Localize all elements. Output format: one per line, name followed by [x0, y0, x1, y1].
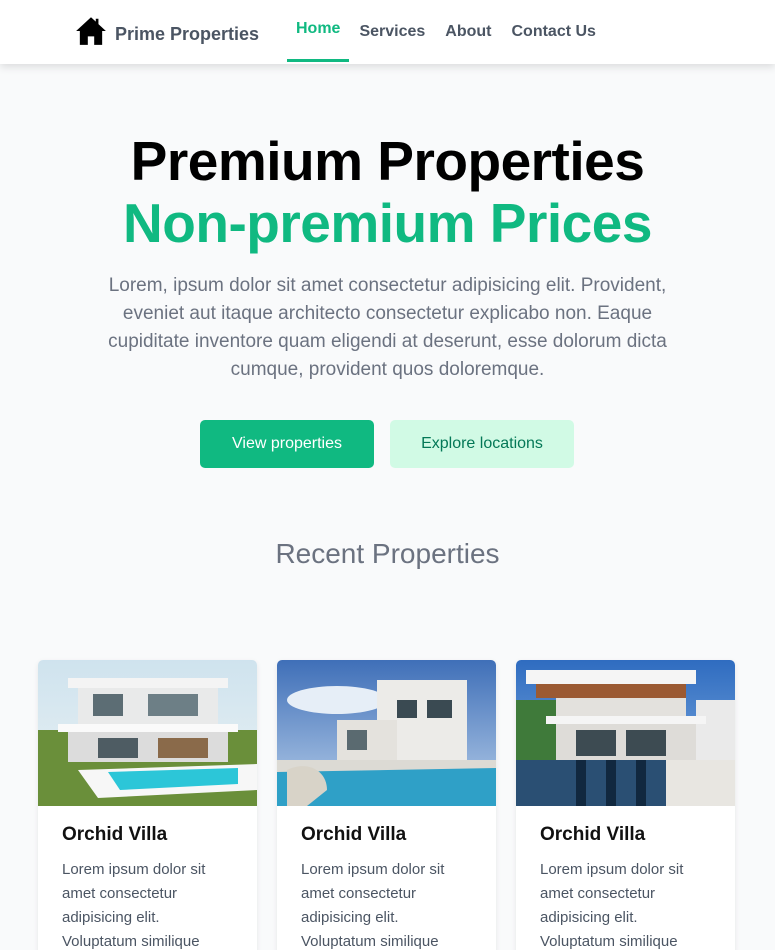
- property-image: [277, 660, 496, 806]
- property-title: Orchid Villa: [62, 824, 168, 845]
- property-title: Orchid Villa: [301, 824, 407, 845]
- brand-logo[interactable]: Prime Properties: [74, 14, 259, 53]
- nav-link-contact[interactable]: Contact Us: [502, 0, 606, 64]
- property-description: Lorem ipsum dolor sit amet consectetur a…: [540, 861, 684, 950]
- hero-description: Lorem, ipsum dolor sit amet consectetur …: [108, 275, 667, 380]
- house-icon: [74, 14, 108, 53]
- property-cards: Orchid Villa Lorem ipsum dolor sit amet …: [38, 660, 735, 950]
- property-card[interactable]: Orchid Villa Lorem ipsum dolor sit amet …: [38, 660, 257, 950]
- property-card[interactable]: Orchid Villa Lorem ipsum dolor sit amet …: [516, 660, 735, 950]
- nav-link-services[interactable]: Services: [349, 0, 435, 64]
- hero-subtitle: Non-premium Prices: [123, 192, 652, 254]
- hero-buttons: View properties Explore locations: [200, 420, 574, 468]
- navbar: Prime Properties Home Services About Con…: [0, 0, 775, 64]
- brand-name: Prime Properties: [115, 24, 260, 44]
- nav-link-home[interactable]: Home: [287, 0, 350, 62]
- property-image: [516, 660, 735, 806]
- property-description: Lorem ipsum dolor sit amet consectetur a…: [62, 861, 206, 950]
- hero-title: Premium Properties: [130, 130, 645, 192]
- explore-locations-button[interactable]: Explore locations: [390, 420, 574, 468]
- property-image: [38, 660, 257, 806]
- property-description: Lorem ipsum dolor sit amet consectetur a…: [301, 861, 445, 950]
- view-properties-button[interactable]: View properties: [200, 420, 374, 468]
- property-card[interactable]: Orchid Villa Lorem ipsum dolor sit amet …: [277, 660, 496, 950]
- nav-links: Home Services About Contact Us: [287, 0, 606, 64]
- nav-link-about[interactable]: About: [435, 0, 501, 64]
- hero-section: Premium Properties Non-premium Prices Lo…: [0, 130, 775, 384]
- section-title: Recent Properties: [275, 538, 500, 569]
- property-title: Orchid Villa: [540, 824, 646, 845]
